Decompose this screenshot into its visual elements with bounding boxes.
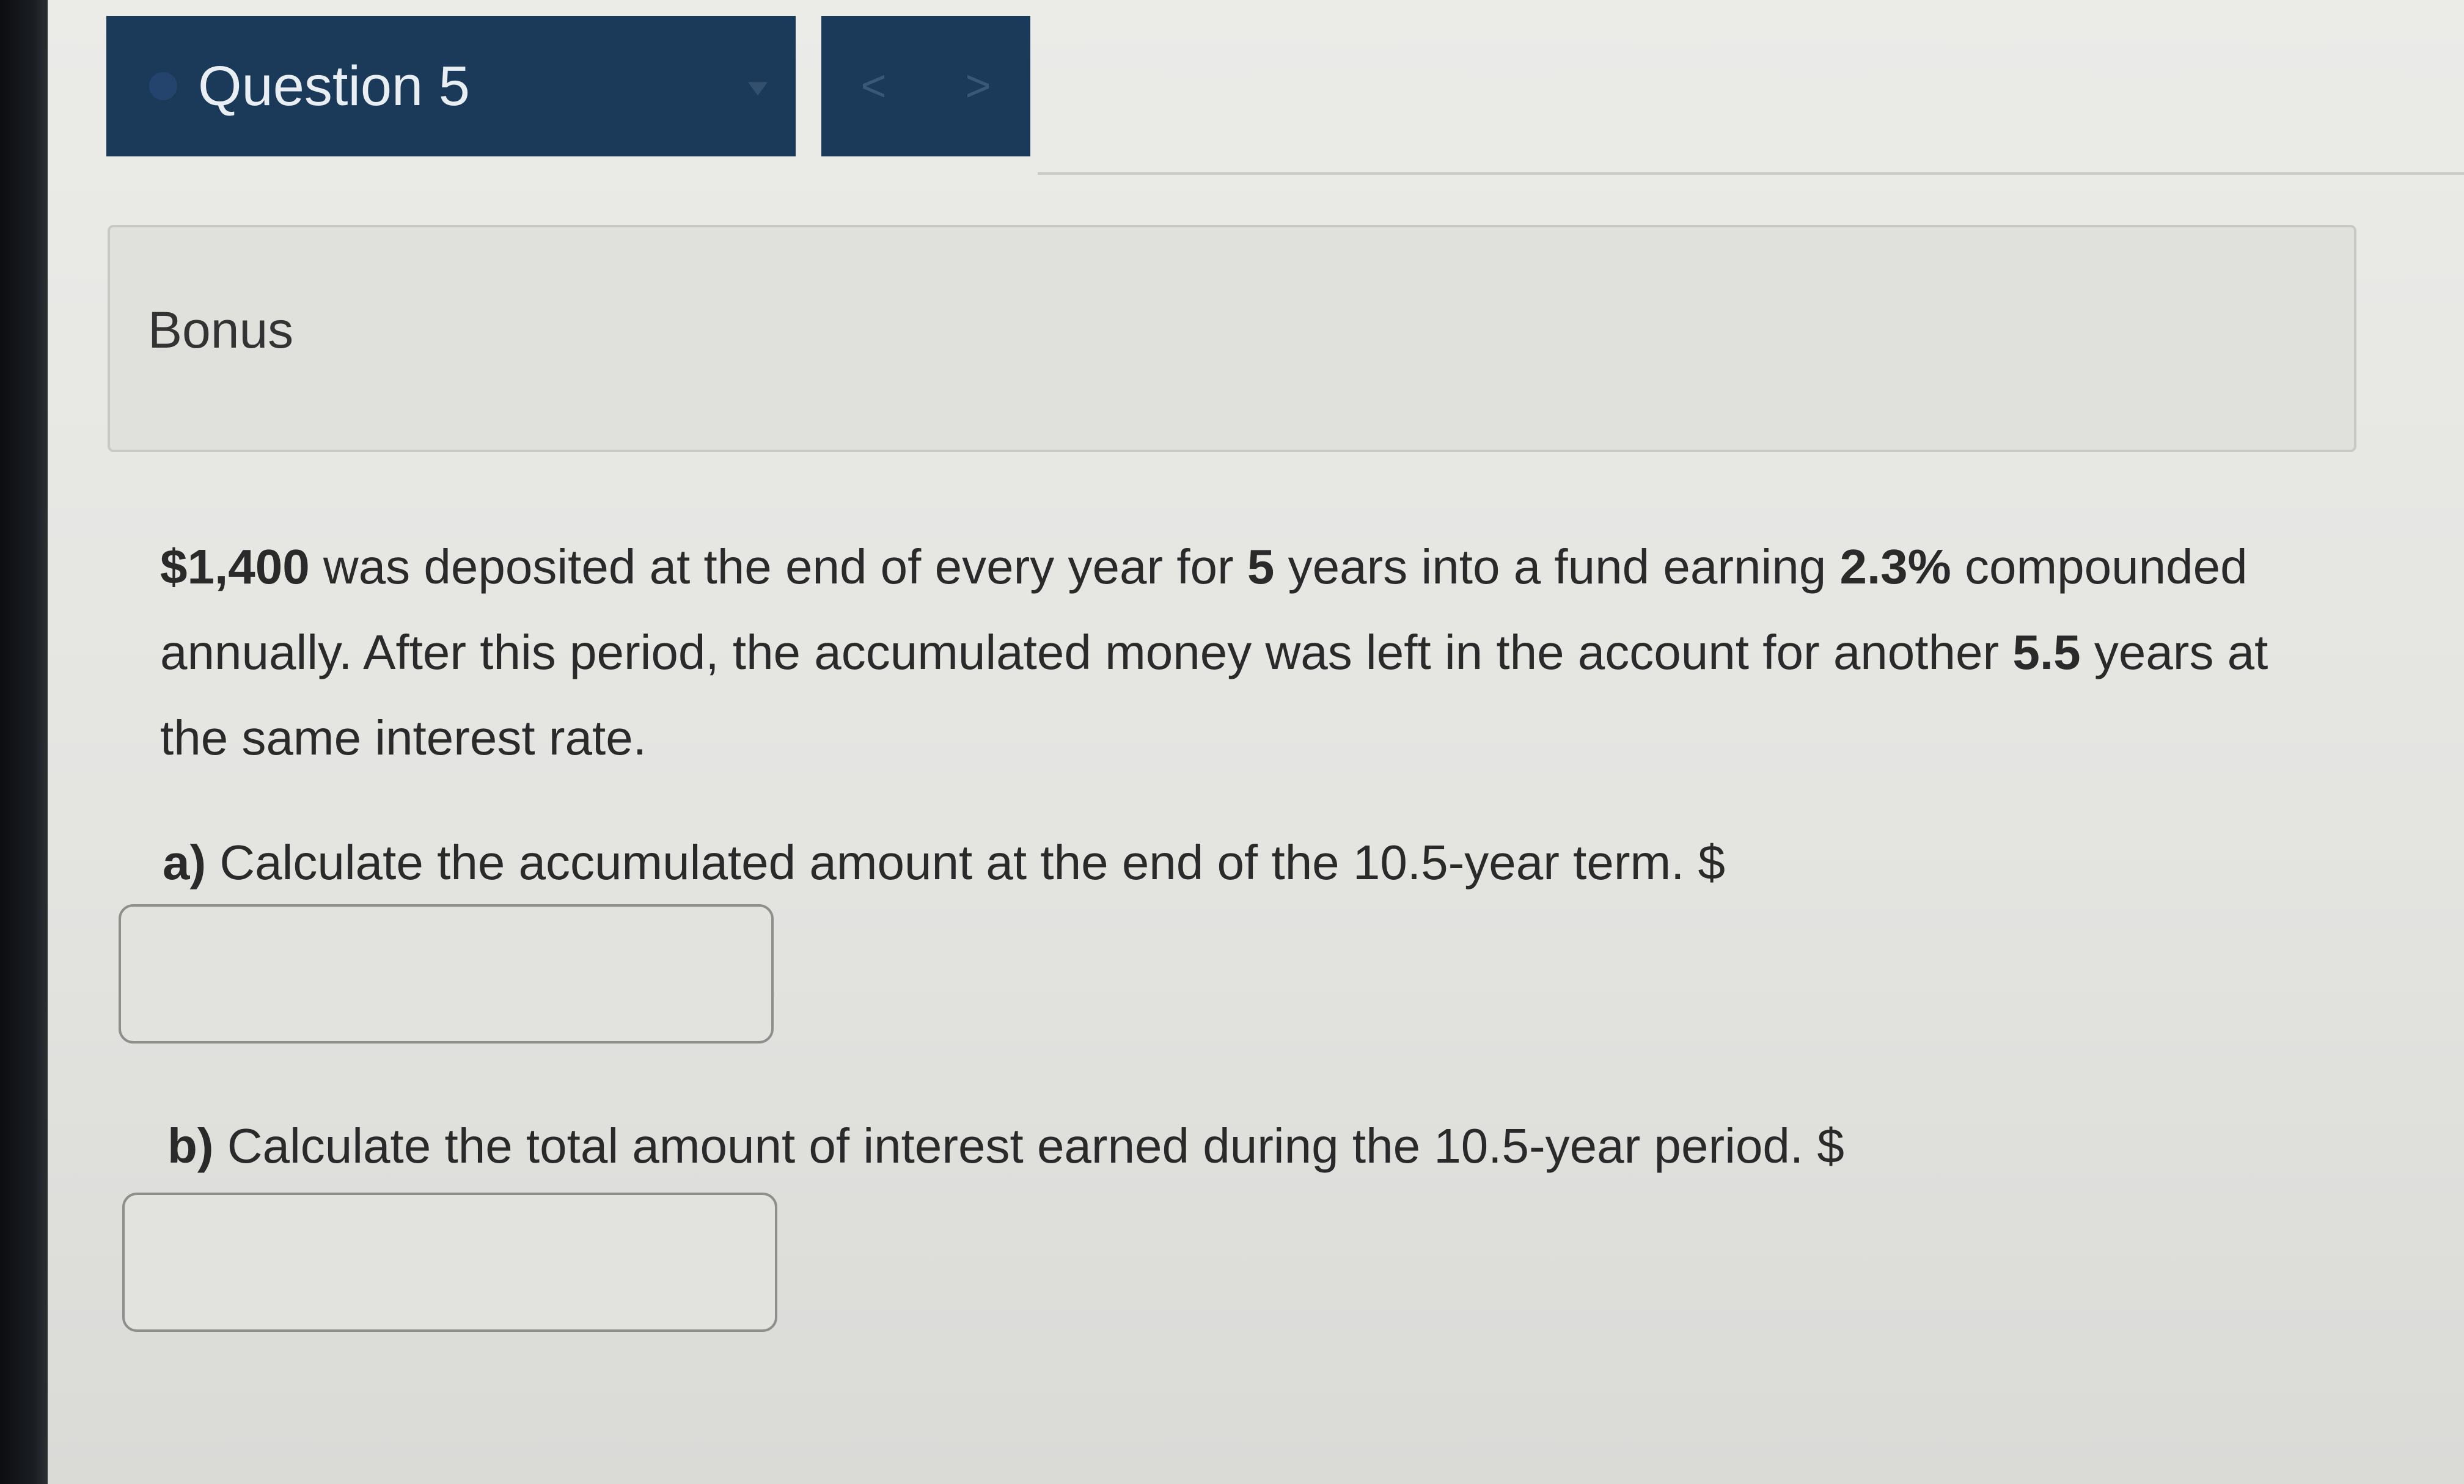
question-text-2: years into a fund earning bbox=[1274, 539, 1840, 594]
divider bbox=[1038, 172, 2464, 175]
part-b-text: Calculate the total amount of interest e… bbox=[213, 1119, 1844, 1173]
deposit-amount: $1,400 bbox=[160, 539, 310, 594]
interest-rate: 2.3% bbox=[1839, 539, 1951, 594]
part-b-prompt: b) Calculate the total amount of interes… bbox=[167, 1118, 1844, 1174]
question-selector[interactable]: Question 5 bbox=[106, 16, 796, 156]
question-text-1: was deposited at the end of every year f… bbox=[309, 539, 1247, 594]
quiz-page: Question 5 < > Bonus $1,400 was deposite… bbox=[48, 0, 2464, 1484]
next-question-button[interactable]: > bbox=[965, 61, 991, 111]
question-nav: < > bbox=[821, 16, 1030, 156]
part-b-answer-input[interactable] bbox=[122, 1193, 777, 1332]
part-a-answer-input[interactable] bbox=[119, 904, 774, 1044]
prev-question-button[interactable]: < bbox=[860, 61, 886, 111]
status-dot-icon bbox=[149, 72, 177, 100]
question-body: $1,400 was deposited at the end of every… bbox=[160, 524, 2287, 781]
question-selector-label: Question 5 bbox=[198, 54, 470, 117]
caret-down-icon bbox=[748, 82, 768, 96]
part-a-letter: a) bbox=[163, 835, 207, 890]
section-title: Bonus bbox=[148, 301, 294, 359]
part-a-prompt: a) Calculate the accumulated amount at t… bbox=[163, 835, 1725, 891]
extra-years: 5.5 bbox=[2012, 625, 2081, 679]
screen-bezel bbox=[0, 0, 48, 1484]
deposit-years: 5 bbox=[1247, 539, 1275, 594]
part-a-text: Calculate the accumulated amount at the … bbox=[206, 835, 1726, 890]
section-header-box: Bonus bbox=[108, 225, 2356, 452]
part-b-letter: b) bbox=[167, 1119, 214, 1173]
